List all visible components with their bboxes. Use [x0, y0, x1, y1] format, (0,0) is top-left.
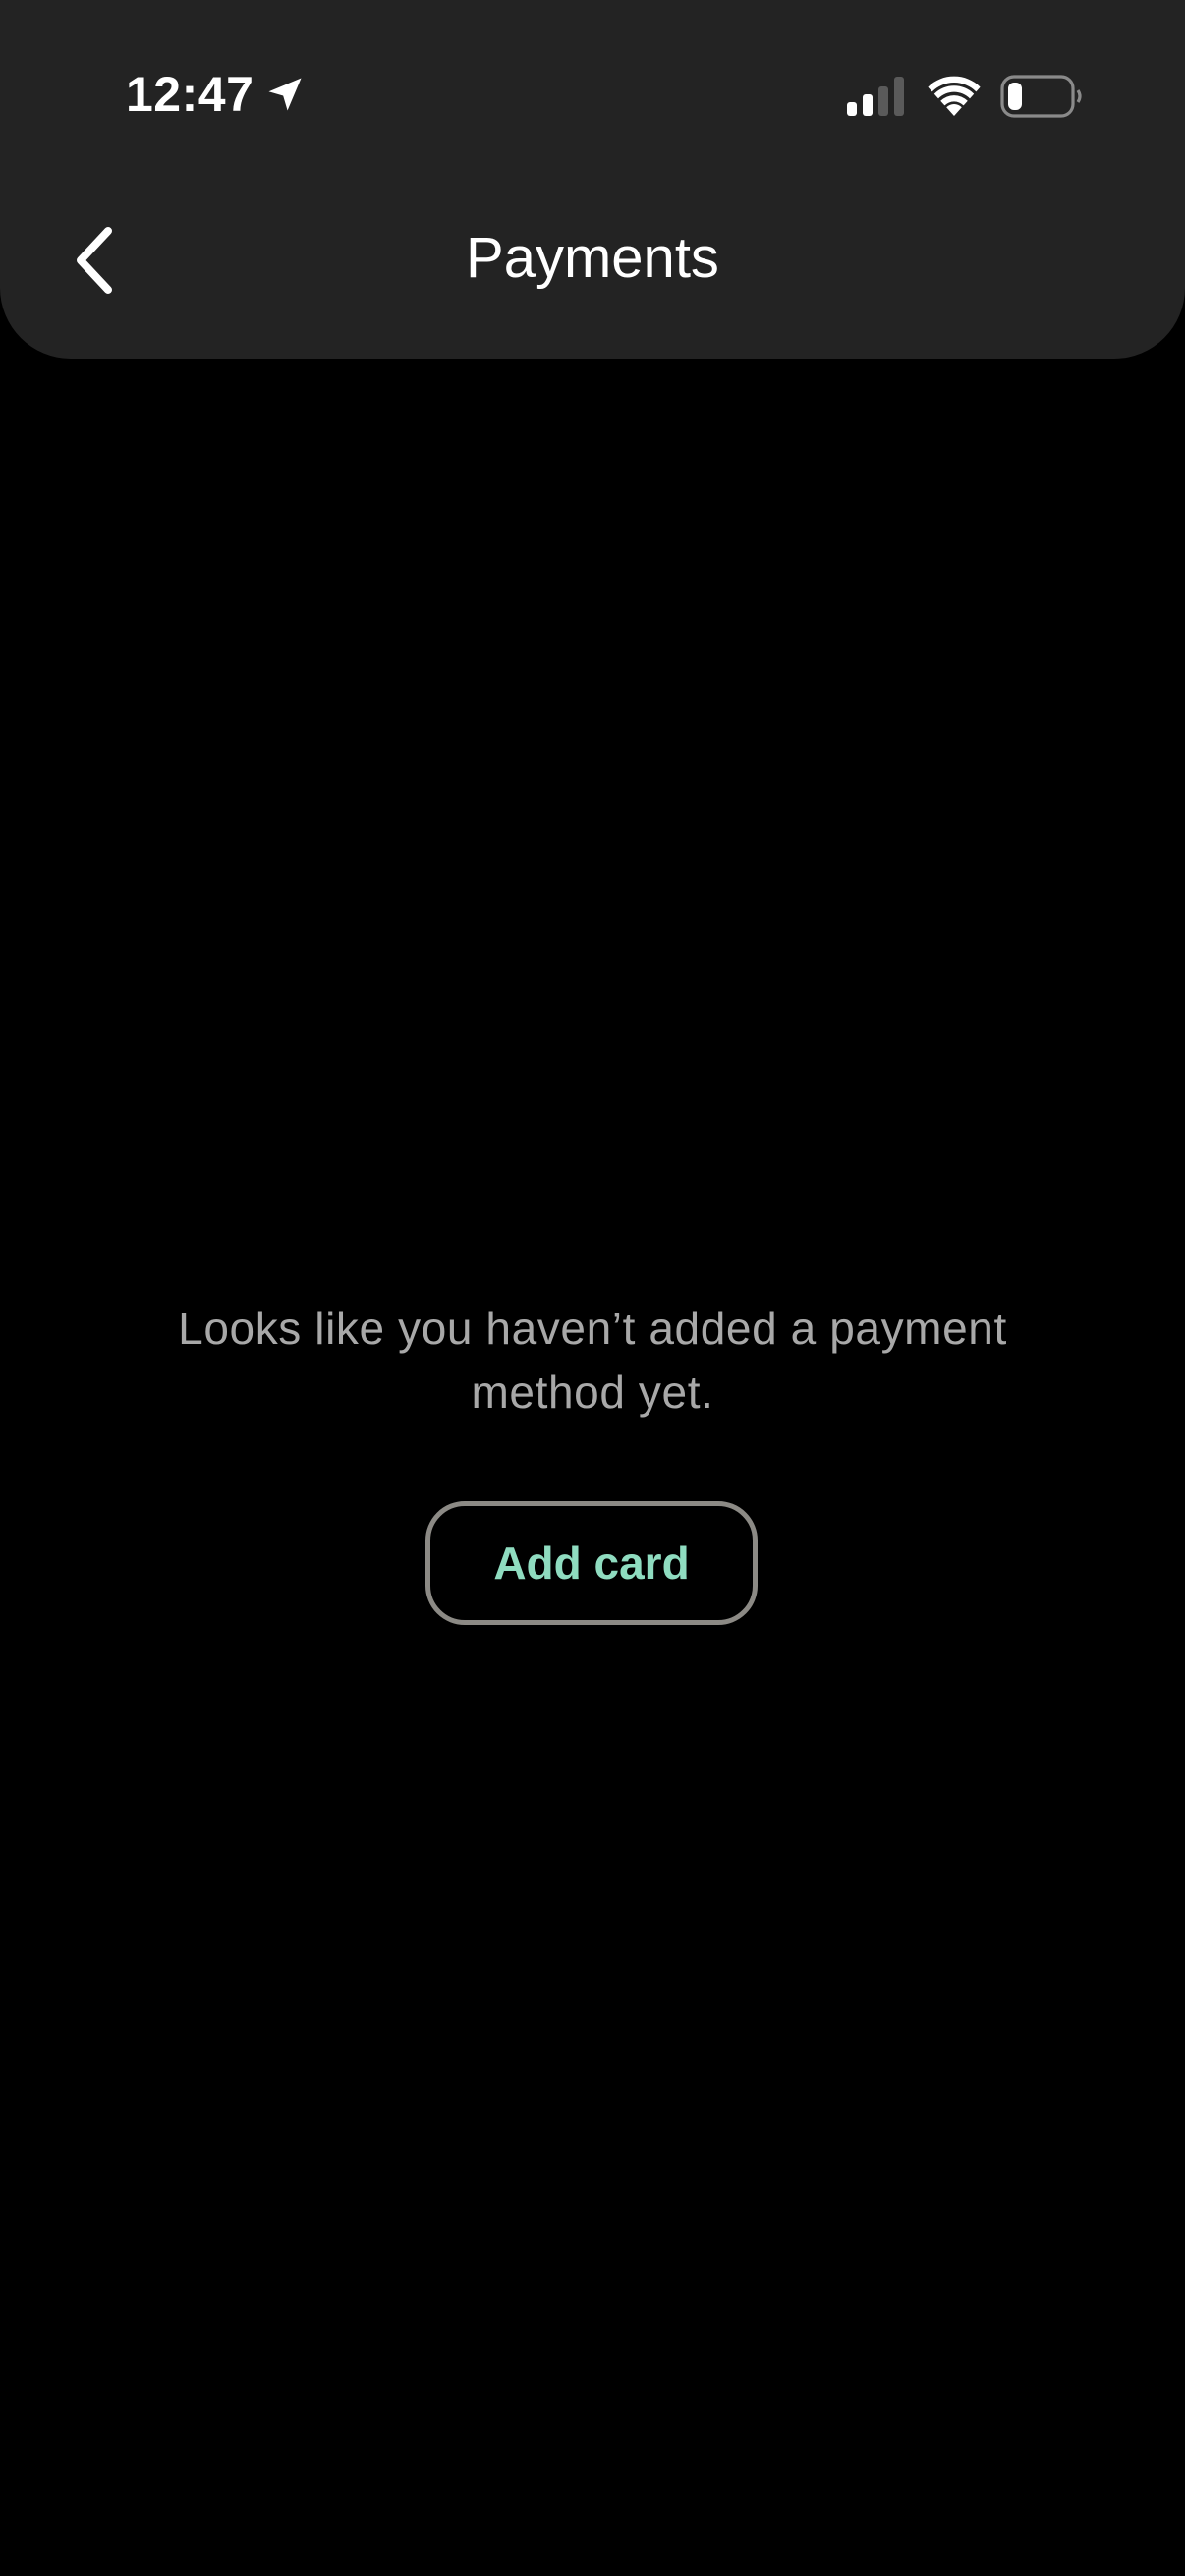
app-header: 12:47 Payments [0, 0, 1185, 359]
empty-state: Looks like you haven’t added a payment m… [0, 1297, 1185, 1425]
cellular-signal-icon [847, 77, 904, 116]
navigation-bar: Payments [0, 196, 1185, 324]
add-card-button[interactable]: Add card [425, 1501, 758, 1625]
battery-icon [1000, 75, 1082, 118]
empty-state-message: Looks like you haven’t added a payment m… [178, 1303, 1007, 1418]
wifi-icon [928, 76, 981, 116]
status-time: 12:47 [126, 67, 254, 122]
status-bar: 12:47 [0, 0, 1185, 187]
page-title: Payments [466, 226, 719, 290]
location-arrow-icon [268, 78, 302, 111]
